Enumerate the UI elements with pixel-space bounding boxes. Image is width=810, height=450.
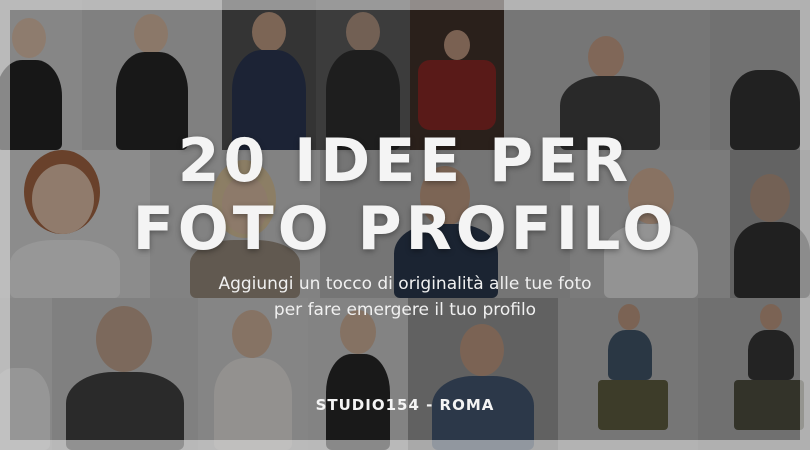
subtitle-line-2: per fare emergere il tuo profilo — [273, 300, 537, 320]
headline-line-2: FOTO PROFILO — [132, 194, 678, 264]
headline-line-1: 20 IDEE PER — [177, 126, 633, 196]
subtitle-line-1: Aggiungi un tocco di originalità alle tu… — [218, 274, 592, 294]
banner: 20 IDEE PER FOTO PROFILO Aggiungi un toc… — [0, 0, 810, 450]
studio-label: STUDIO154 - ROMA — [315, 396, 495, 414]
